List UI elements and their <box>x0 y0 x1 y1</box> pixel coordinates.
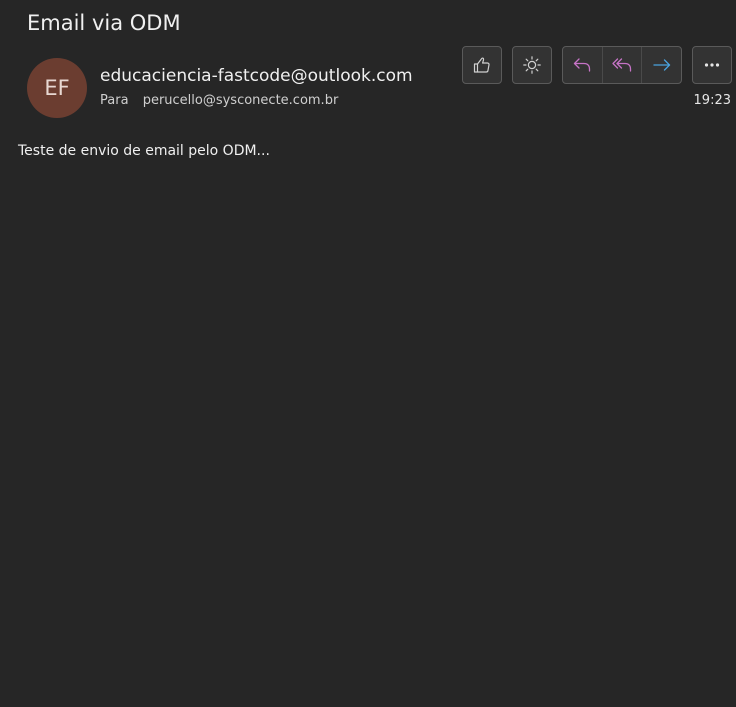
sender-address[interactable]: educaciencia-fastcode@outlook.com <box>100 66 413 86</box>
message-body: Teste de envio de email pelo ODM... <box>18 143 270 159</box>
recipient-row: Para perucello@sysconecte.com.br <box>100 93 338 108</box>
recipient-address[interactable]: perucello@sysconecte.com.br <box>143 93 339 108</box>
to-label: Para <box>100 93 129 108</box>
reply-button-group <box>562 46 682 84</box>
theme-toggle-button[interactable] <box>512 46 552 84</box>
reply-all-button[interactable] <box>601 47 642 83</box>
more-actions-button[interactable] <box>692 46 732 84</box>
reply-all-icon <box>611 55 633 75</box>
forward-icon <box>651 55 673 75</box>
thumbs-up-icon <box>472 55 492 75</box>
reply-button[interactable] <box>563 47 602 83</box>
sender-avatar[interactable]: EF <box>27 58 87 118</box>
like-button[interactable] <box>462 46 502 84</box>
more-icon <box>702 55 722 75</box>
reply-icon <box>571 55 593 75</box>
forward-button[interactable] <box>641 47 681 83</box>
avatar-initials: EF <box>44 76 70 100</box>
reading-pane: Email via ODM EF educaciencia-fastcode@o… <box>0 0 736 707</box>
sun-icon <box>522 55 542 75</box>
message-time: 19:23 <box>693 93 731 108</box>
message-subject: Email via ODM <box>27 11 181 35</box>
